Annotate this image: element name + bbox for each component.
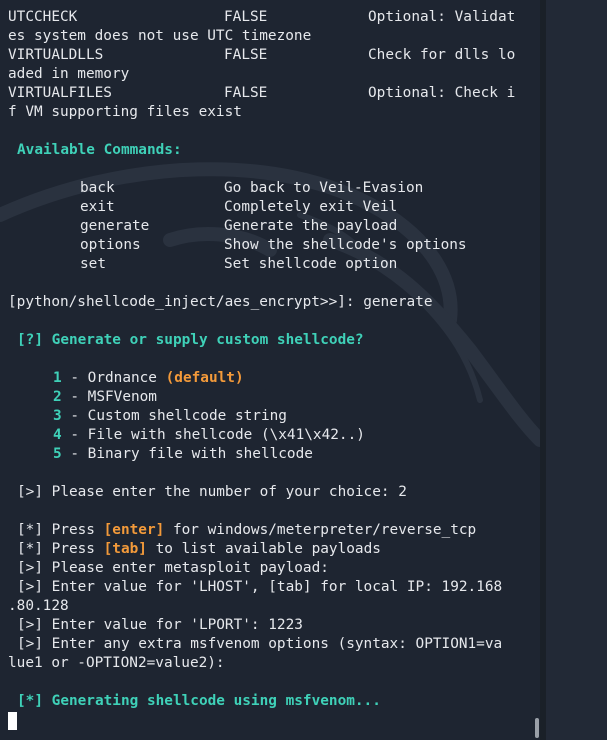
command-row: exit Completely exit Veil	[80, 199, 398, 215]
choice-item: 2 - MSFVenom	[53, 389, 157, 405]
terminal-output: UTCCHECK FALSE Optional: Validat es syst…	[8, 8, 528, 711]
window-side-panel	[546, 0, 607, 740]
option-row-wrap: f VM supporting files exist	[8, 104, 242, 120]
command-row: options Show the shellcode's options	[80, 237, 467, 253]
generating-status: [*] Generating shellcode using msfvenom.…	[17, 693, 381, 709]
terminal-window[interactable]: UTCCHECK FALSE Optional: Validat es syst…	[0, 0, 607, 740]
choice-item: 3 - Custom shellcode string	[53, 408, 287, 424]
press-tab-line: [*] Press [tab] to list available payloa…	[17, 541, 381, 557]
option-row-wrap: es system does not use UTC timezone	[8, 28, 312, 44]
shell-prompt: [python/shellcode_inject/aes_encrypt>>]:…	[8, 294, 433, 310]
extra-options-prompt: [>] Enter any extra msfvenom options (sy…	[17, 636, 503, 652]
choice-item: 5 - Binary file with shellcode	[53, 446, 313, 462]
choice-prompt: [>] Please enter the number of your choi…	[17, 484, 407, 500]
option-row: VIRTUALFILES FALSE Optional: Check i	[8, 85, 516, 101]
payload-prompt: [>] Please enter metasploit payload:	[17, 560, 329, 576]
lhost-prompt-wrap: .80.128	[8, 598, 69, 614]
press-enter-line: [*] Press [enter] for windows/meterprete…	[17, 522, 477, 538]
option-row: UTCCHECK FALSE Optional: Validat	[8, 9, 516, 25]
extra-options-prompt-wrap: lue1 or -OPTION2=value2):	[8, 655, 225, 671]
option-row-wrap: aded in memory	[8, 66, 130, 82]
text-cursor	[8, 712, 17, 730]
command-row: set Set shellcode option	[80, 256, 398, 272]
available-commands-heading: Available Commands:	[17, 142, 182, 158]
shellcode-question: [?] Generate or supply custom shellcode?	[17, 332, 364, 348]
option-row: VIRTUALDLLS FALSE Check for dlls lo	[8, 47, 516, 63]
command-row: back Go back to Veil-Evasion	[80, 180, 424, 196]
lport-prompt: [>] Enter value for 'LPORT': 1223	[17, 617, 303, 633]
choice-item: 4 - File with shellcode (\x41\x42..)	[53, 427, 365, 443]
command-row: generate Generate the payload	[80, 218, 398, 234]
scrollbar-thumb[interactable]	[535, 718, 539, 738]
choice-item: 1 - Ordnance (default)	[53, 370, 244, 386]
lhost-prompt: [>] Enter value for 'LHOST', [tab] for l…	[17, 579, 503, 595]
